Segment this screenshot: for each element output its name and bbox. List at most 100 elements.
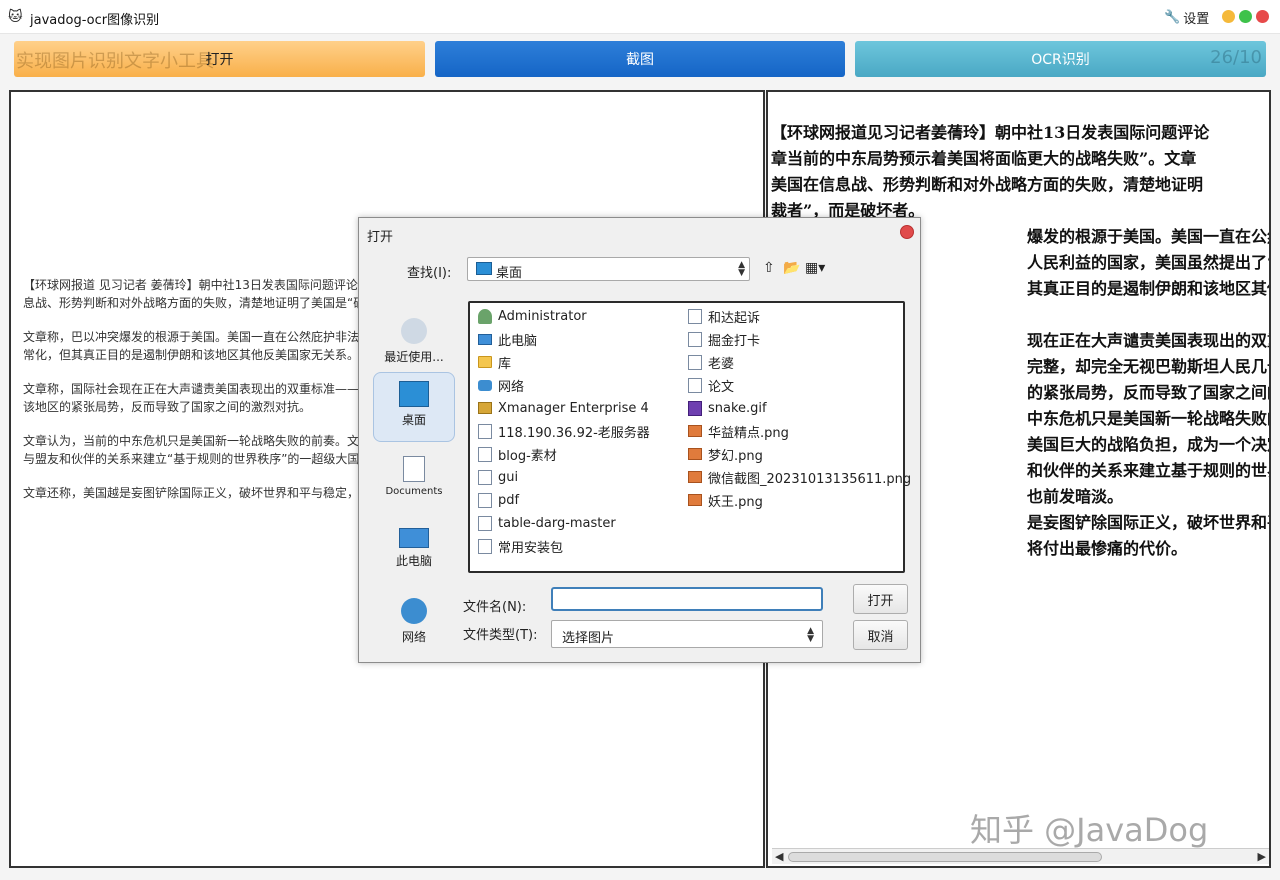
filetype-combo[interactable]: 选择图片 ▲▼ xyxy=(551,620,823,648)
open-button[interactable]: 实现图片识别文字小工具 打开 xyxy=(14,41,425,77)
file-item[interactable]: 和达起诉 xyxy=(688,306,760,326)
watermark: 知乎 @JavaDog xyxy=(970,805,1208,851)
file-item[interactable]: 论文 xyxy=(688,375,734,395)
document-icon xyxy=(688,309,702,324)
settings-label: 设置 xyxy=(1183,8,1209,27)
settings-button[interactable]: 🔧 设置 xyxy=(1164,8,1209,27)
file-name: snake.gif xyxy=(708,401,767,416)
computer-icon xyxy=(478,334,492,345)
scroll-left-icon[interactable]: ◀ xyxy=(775,849,783,865)
view-menu-icon[interactable]: ▦▾ xyxy=(805,260,825,276)
file-name: gui xyxy=(498,470,518,485)
file-item[interactable]: 118.190.36.92-老服务器 xyxy=(478,421,650,441)
app-title: javadog-ocr图像识别 xyxy=(30,9,159,28)
new-folder-icon[interactable]: 📂 xyxy=(783,260,800,276)
desktop-icon xyxy=(399,381,429,407)
file-item[interactable]: snake.gif xyxy=(688,398,767,418)
filename-input[interactable] xyxy=(551,587,823,611)
network-icon xyxy=(478,380,492,391)
file-item[interactable]: 此电脑 xyxy=(478,329,537,349)
app-window: 🐱 javadog-ocr图像识别 🔧 设置 实现图片识别文字小工具 打开 截图… xyxy=(0,0,1280,880)
place-network[interactable]: 网络 xyxy=(373,590,455,660)
scrollbar-thumb[interactable] xyxy=(788,852,1102,862)
filetype-label: 文件类型(T): xyxy=(463,624,537,643)
file-item[interactable]: 常用安装包 xyxy=(478,536,563,556)
place-recent[interactable]: 最近使用... xyxy=(373,310,455,380)
place-computer[interactable]: 此电脑 xyxy=(373,520,455,590)
file-name: 老婆 xyxy=(708,353,734,372)
file-name: Administrator xyxy=(498,309,587,324)
look-in-label: 查找(I): xyxy=(407,262,451,281)
dialog-close-button[interactable] xyxy=(900,225,914,239)
ocr-button-label: OCR识别 xyxy=(1031,49,1090,69)
user-icon xyxy=(478,309,492,324)
file-item[interactable]: pdf xyxy=(478,490,519,510)
library-folder-icon xyxy=(478,356,492,368)
network-icon xyxy=(401,598,427,624)
file-name: 微信截图_20231013135611.png xyxy=(708,468,911,487)
dialog-open-button[interactable]: 打开 xyxy=(853,584,908,614)
look-in-combo[interactable]: 桌面 ▲▼ xyxy=(467,257,750,281)
file-item[interactable]: 妖王.png xyxy=(688,490,763,510)
document-icon xyxy=(478,493,492,508)
app-folder-icon xyxy=(478,402,492,414)
ocr-result-line: 【环球网报道见习记者姜蒨玲】朝中社13日发表国际问题评论 xyxy=(771,120,1271,146)
document-icon xyxy=(478,424,492,439)
file-name: 118.190.36.92-老服务器 xyxy=(498,422,650,441)
file-item[interactable]: 老婆 xyxy=(688,352,734,372)
document-icon xyxy=(478,470,492,485)
ocr-button[interactable]: OCR识别 26/10 xyxy=(855,41,1266,77)
close-button[interactable] xyxy=(1256,10,1269,23)
dialog-cancel-button[interactable]: 取消 xyxy=(853,620,908,650)
file-item[interactable]: Administrator xyxy=(478,306,587,326)
file-item[interactable]: 华益精点.png xyxy=(688,421,789,441)
place-label: 此电脑 xyxy=(396,554,432,568)
place-desktop[interactable]: 桌面 xyxy=(373,372,455,442)
file-item[interactable]: 库 xyxy=(478,352,511,372)
file-item[interactable]: 梦幻.png xyxy=(688,444,763,464)
filetype-value: 选择图片 xyxy=(562,627,614,646)
file-item[interactable]: 微信截图_20231013135611.png xyxy=(688,467,911,487)
ocr-result-line: 美国在信息战、形势判断和对外战略方面的失败，清楚地证明 xyxy=(771,172,1271,198)
file-name: table-darg-master xyxy=(498,516,616,531)
file-item[interactable]: Xmanager Enterprise 4 xyxy=(478,398,649,418)
capture-button-label: 截图 xyxy=(626,49,654,69)
file-name: 和达起诉 xyxy=(708,307,760,326)
document-icon xyxy=(688,355,702,370)
gif-file-icon xyxy=(688,401,702,416)
image-file-icon xyxy=(688,471,702,483)
combo-arrows-icon: ▲▼ xyxy=(807,627,814,643)
file-item[interactable]: 网络 xyxy=(478,375,524,395)
scroll-right-icon[interactable]: ▶ xyxy=(1258,849,1266,865)
look-in-value: 桌面 xyxy=(496,262,522,281)
file-name: 此电脑 xyxy=(498,330,537,349)
file-name: 妖王.png xyxy=(708,491,763,510)
document-icon xyxy=(478,516,492,531)
file-item[interactable]: blog-素材 xyxy=(478,444,557,464)
file-name: 论文 xyxy=(708,376,734,395)
file-name: 华益精点.png xyxy=(708,422,789,441)
ocr-result-line: 章当前的中东局势预示着美国将面临更大的战略失败”。文章 xyxy=(771,146,1271,172)
minimize-button[interactable] xyxy=(1222,10,1235,23)
up-folder-icon[interactable]: ⇧ xyxy=(763,260,775,276)
maximize-button[interactable] xyxy=(1239,10,1252,23)
file-item[interactable]: gui xyxy=(478,467,518,487)
place-label: 网络 xyxy=(402,630,426,644)
file-item[interactable]: 掘金打卡 xyxy=(688,329,760,349)
document-icon xyxy=(688,332,702,347)
place-documents[interactable]: Documents xyxy=(373,448,455,518)
file-name: 网络 xyxy=(498,376,524,395)
file-list[interactable]: Administrator 此电脑库网络 Xmanager Enterprise 4… xyxy=(468,301,905,573)
file-name: pdf xyxy=(498,493,519,508)
place-label: Documents xyxy=(385,486,442,497)
documents-icon xyxy=(403,456,425,482)
wrench-icon: 🔧 xyxy=(1164,10,1180,25)
file-name: 掘金打卡 xyxy=(708,330,760,349)
place-label: 最近使用... xyxy=(384,350,443,364)
document-icon xyxy=(688,378,702,393)
combo-arrows-icon: ▲▼ xyxy=(738,261,745,277)
file-item[interactable]: table-darg-master xyxy=(478,513,616,533)
image-file-icon xyxy=(688,425,702,437)
capture-button[interactable]: 截图 xyxy=(435,41,845,77)
recent-icon xyxy=(401,318,427,344)
